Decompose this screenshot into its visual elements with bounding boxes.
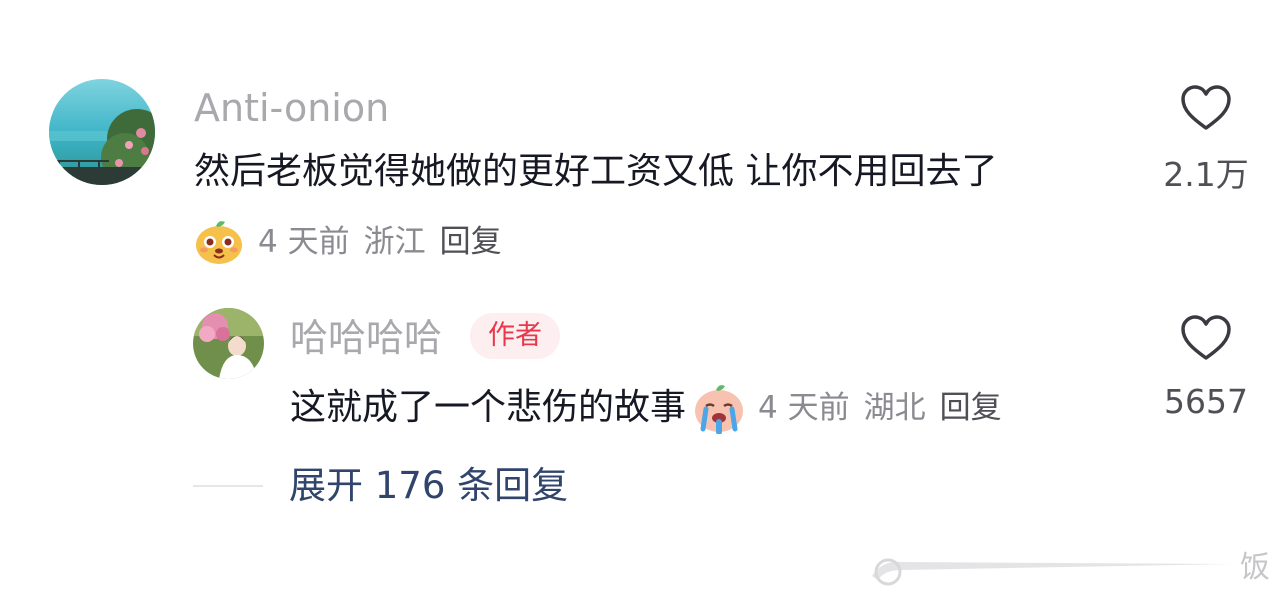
reply-time: 4 天前 xyxy=(758,390,850,426)
comment-like-button[interactable] xyxy=(1146,84,1266,136)
comment-location: 浙江 xyxy=(363,224,426,260)
reply-meta: 4 天前 湖北 回复 xyxy=(758,388,1002,428)
avatar-image xyxy=(49,79,155,185)
reply-text[interactable]: 这就成了一个悲伤的故事 xyxy=(290,386,686,430)
avatar[interactable] xyxy=(49,79,155,185)
reply-avatar[interactable] xyxy=(193,308,264,379)
expand-replies-button[interactable]: 展开 176 条回复 xyxy=(289,464,568,508)
comment-like-count: 2.1万 xyxy=(1163,155,1249,194)
reply-reply-button[interactable]: 回复 xyxy=(940,388,1002,428)
dog-sticker-icon xyxy=(194,218,244,266)
reply-line: 这就成了一个悲伤的故事 4 天前 湖北 回复 xyxy=(290,382,1002,435)
comment-reply-button[interactable]: 回复 xyxy=(440,222,502,262)
watermark-swoosh-icon xyxy=(872,558,1232,586)
author-badge: 作者 xyxy=(470,313,560,359)
reply-location: 湖北 xyxy=(863,390,926,426)
comment-text[interactable]: 然后老板觉得她做的更好工资又低 让你不用回去了 xyxy=(194,150,997,194)
watermark-text: 饭 xyxy=(1240,550,1270,585)
reply-avatar-image xyxy=(193,308,264,379)
comment-time: 4 天前 xyxy=(258,224,350,260)
reply-username[interactable]: 哈哈哈哈 xyxy=(290,316,442,360)
comment-meta: 4 天前 浙江 回复 xyxy=(194,218,502,266)
reply-like-button[interactable] xyxy=(1146,314,1266,366)
comment-username[interactable]: Anti-onion xyxy=(194,86,389,130)
heart-icon[interactable] xyxy=(1180,84,1232,136)
heart-icon[interactable] xyxy=(1180,314,1232,366)
expand-divider xyxy=(193,485,263,487)
reply-like-count: 5657 xyxy=(1164,382,1248,421)
crying-face-icon xyxy=(692,382,746,435)
watermark: 饭 xyxy=(868,548,1284,588)
